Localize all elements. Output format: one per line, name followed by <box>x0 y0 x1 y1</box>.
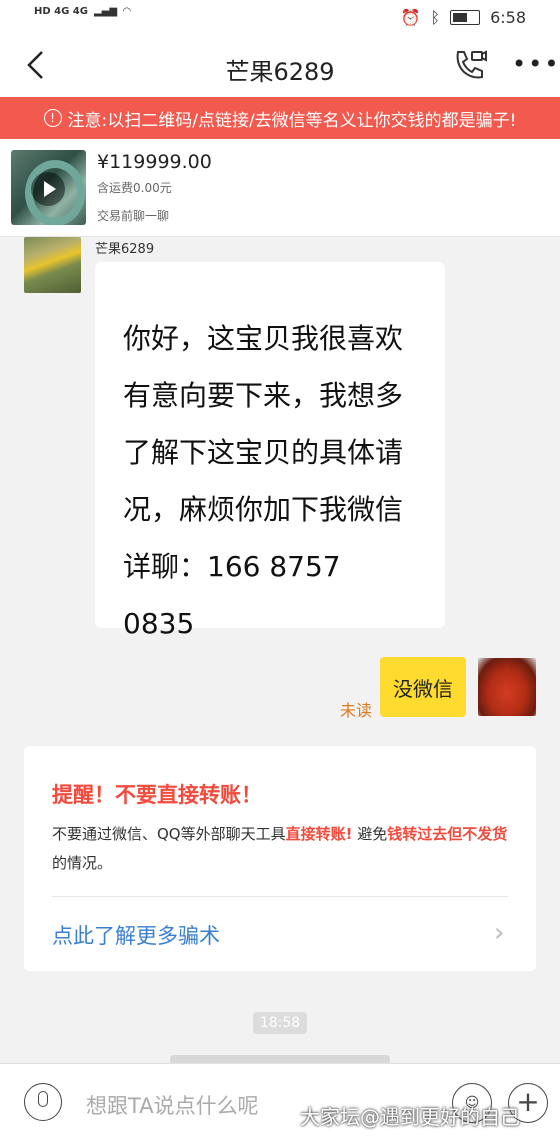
chat-header: 芒果6289 ••• <box>0 36 560 98</box>
signal-label: HD 4G 4G <box>34 6 88 17</box>
reminder-text-2: 避免 <box>352 825 388 843</box>
scam-warning-banner: ! 注意:以扫二维码/点链接/去微信等名义让你交钱的都是骗子! <box>0 97 560 139</box>
message-timestamp: 18:58 <box>253 1012 307 1034</box>
incoming-message-text: 你好，这宝贝我很喜欢有意向要下来，我想多了解下这宝贝的具体请况，麻烦你加下我微信… <box>123 322 404 640</box>
voice-button[interactable] <box>24 1083 62 1121</box>
more-button[interactable]: ••• <box>512 50 560 78</box>
learn-scams-link[interactable]: 点此了解更多骗术 <box>52 920 220 950</box>
warning-icon: ! <box>43 109 62 127</box>
unread-status: 未读 <box>340 701 373 720</box>
product-card[interactable]: ¥119999.00 含运费0.00元 交易前聊一聊 <box>0 139 560 237</box>
warning-text: 注意:以扫二维码/点链接/去微信等名义让你交钱的都是骗子! <box>67 110 517 131</box>
wifi-icon: ◠ <box>123 6 131 17</box>
signal-icon: ▂▄▆ <box>93 6 118 17</box>
shipping-fee: 含运费0.00元 <box>97 181 172 195</box>
transfer-reminder-card: 提醒！不要直接转账！ 不要通过微信、QQ等外部聊天工具直接转账! 避免钱转过去但… <box>24 746 536 971</box>
product-price: ¥119999.00 <box>97 151 212 173</box>
reminder-highlight-2: 钱转过去但不发货 <box>387 825 508 843</box>
status-right: ⏰ ᛒ 6:58 <box>401 8 526 27</box>
signal-indicators: HD 4G 4G ▂▄▆ ◠ <box>34 6 131 17</box>
status-bar: HD 4G 4G ▂▄▆ ◠ ⏰ ᛒ 6:58 <box>0 0 560 36</box>
product-video-thumbnail[interactable] <box>11 150 86 225</box>
sender-avatar[interactable] <box>24 237 81 293</box>
watermark: 大家坛@遇到更好的自己 <box>300 1105 520 1129</box>
chat-hint: 交易前聊一聊 <box>97 209 170 223</box>
more-dots-icon: ••• <box>512 50 560 78</box>
call-button[interactable] <box>452 48 488 82</box>
microphone-icon <box>38 1091 48 1107</box>
clock: 6:58 <box>490 8 526 27</box>
outgoing-message-bubble[interactable]: 没微信 <box>380 657 466 717</box>
divider <box>52 896 508 897</box>
reminder-text-3: 的情况。 <box>52 854 113 872</box>
phone-video-icon <box>456 50 487 79</box>
reminder-highlight-1: 直接转账! <box>285 825 353 843</box>
bluetooth-icon: ᛒ <box>430 8 441 27</box>
play-icon[interactable] <box>31 172 65 206</box>
sender-name: 芒果6289 <box>95 242 155 257</box>
outgoing-message-text: 没微信 <box>393 676 453 701</box>
reminder-title: 提醒！不要直接转账！ <box>52 783 262 807</box>
reminder-text-1: 不要通过微信、QQ等外部聊天工具 <box>52 825 286 843</box>
my-avatar[interactable] <box>478 658 536 716</box>
chevron-right-icon[interactable]: › <box>494 918 504 948</box>
incoming-message-bubble[interactable]: 你好，这宝贝我很喜欢有意向要下来，我想多了解下这宝贝的具体请况，麻烦你加下我微信… <box>95 262 445 640</box>
reminder-body: 不要通过微信、QQ等外部聊天工具直接转账! 避免钱转过去但不发货的情况。 <box>52 820 512 878</box>
battery-icon <box>450 10 481 25</box>
alarm-icon: ⏰ <box>400 8 421 27</box>
message-input[interactable]: 想跟TA说点什么呢 <box>86 1090 259 1120</box>
